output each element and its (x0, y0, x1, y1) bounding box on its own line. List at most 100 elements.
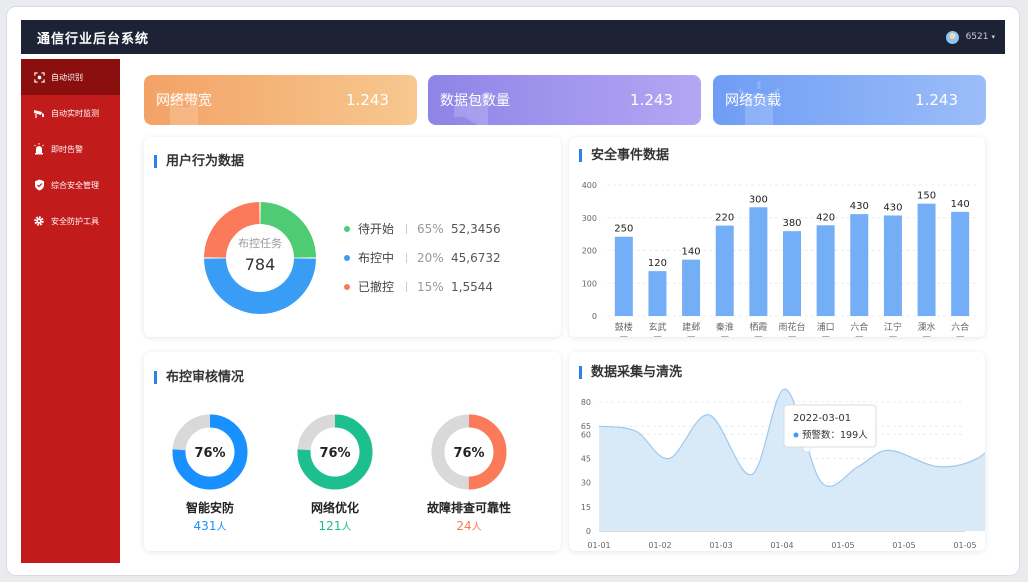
gauge-count-unit: 人 (216, 522, 227, 533)
username[interactable]: 6521 (966, 32, 989, 42)
legend-name: 待开始 (358, 222, 395, 236)
card-title: 布控审核情况 (154, 371, 244, 384)
bar-value-label: 430 (883, 202, 902, 213)
stat-card-packet-count: 数据包数量 1.243 (428, 75, 701, 125)
sidebar-item-label: 安全防护工具 (51, 216, 99, 226)
bar[interactable] (816, 225, 835, 316)
legend-name: 已撤控 (358, 280, 395, 294)
tooltip-dot (793, 432, 799, 438)
gauge-ring: 76% (297, 414, 373, 490)
x-tick-label: 浦口 (817, 321, 835, 333)
legend-percent: 15% (417, 279, 444, 294)
bar[interactable] (883, 215, 902, 316)
legend-value: 45,6732 (451, 250, 501, 265)
camera-icon (33, 107, 45, 119)
bar[interactable] (917, 203, 936, 316)
gauge-name: 网络优化 (310, 501, 359, 515)
card-title: 用户行为数据 (154, 155, 244, 168)
x-tick-label: 01-05 (953, 541, 976, 550)
tooltip-value: 预警数：199人 (802, 429, 868, 441)
bar[interactable] (850, 214, 869, 316)
y-tick-label: 65 (581, 422, 591, 431)
stat-card-bandwidth: 网络带宽 1.243 (144, 75, 417, 125)
bar[interactable] (749, 207, 768, 316)
bar-value-label: 250 (614, 224, 633, 235)
bar[interactable] (951, 211, 970, 316)
bar-value-label: 300 (749, 194, 768, 205)
gauge-percent: 76% (453, 446, 484, 461)
x-tick-label: 区 (720, 336, 729, 337)
bar[interactable] (614, 236, 633, 316)
bar[interactable] (648, 271, 667, 316)
divider (406, 281, 407, 292)
legend-percent: 65% (417, 221, 444, 236)
legend-item-revoked: 已撤控 15% 1,5544 (344, 278, 493, 295)
gauge-name: 智能安防 (185, 501, 234, 515)
x-tick-label: 区 (653, 336, 662, 337)
y-tick-label: 400 (582, 181, 597, 190)
x-tick-label: 01-04 (770, 541, 793, 550)
gauge-ring: 76% (431, 414, 507, 490)
x-tick-label: 01-03 (709, 541, 732, 550)
x-tick-label: 六合 (951, 321, 969, 333)
sidebar-item-security-management[interactable]: 综合安全管理 (21, 167, 120, 203)
donut-center-value: 784 (245, 255, 276, 274)
y-tick-label: 100 (582, 279, 597, 288)
legend-dot (344, 225, 350, 232)
sidebar: 自动识别 自动实时监测 即时告警 综合安全管理 安全防护工具 (21, 59, 120, 563)
x-tick-label: 区 (888, 336, 897, 337)
x-tick-label: 秦淮 (716, 321, 734, 333)
x-tick-label: 栖霞 (749, 321, 767, 333)
chevron-down-icon[interactable]: ▾ (991, 33, 995, 41)
sidebar-item-realtime-monitor[interactable]: 自动实时监测 (21, 95, 120, 131)
sidebar-item-instant-alarm[interactable]: 即时告警 (21, 131, 120, 167)
sidebar-item-label: 综合安全管理 (51, 180, 99, 190)
gauge-percent: 76% (194, 446, 225, 461)
bar[interactable] (682, 259, 701, 316)
security-events-card: 安全事件数据 0100200300400250鼓楼区120玄武区140建邺区22… (569, 137, 985, 337)
gauge-count-value: 24 (456, 519, 472, 533)
y-tick-label: 60 (581, 430, 591, 439)
x-tick-label: 01-02 (648, 541, 671, 550)
y-tick-label: 15 (581, 503, 591, 512)
shield-icon (33, 179, 45, 191)
x-tick-label: 区 (687, 336, 696, 337)
y-tick-label: 0 (592, 312, 597, 321)
gauge-count-value: 431 (193, 519, 217, 533)
x-tick-label: 01-05 (892, 541, 915, 550)
sidebar-item-protection-tools[interactable]: 安全防护工具 (21, 203, 120, 239)
bar-value-label: 420 (816, 212, 835, 223)
bar-value-label: 220 (715, 213, 734, 224)
app-frame: 通信行业后台系统 6521 ▾ 自动识别 自动实时监测 即时告警 综合安全管理 … (6, 6, 1020, 576)
tooltip-date: 2022-03-01 (793, 413, 851, 424)
top-bar: 通信行业后台系统 6521 ▾ (21, 20, 1005, 54)
bar[interactable] (715, 225, 734, 316)
y-tick-label: 200 (582, 247, 597, 256)
x-tick-label: 玄武 (648, 321, 666, 333)
bar[interactable] (783, 231, 801, 316)
gauge-ring: 76% (172, 414, 248, 490)
bar-value-label: 380 (782, 218, 801, 229)
stat-value: 1.243 (630, 91, 673, 109)
alarm-light-icon (33, 143, 45, 155)
legend-percent: 20% (417, 250, 444, 265)
security-events-bar-chart: 0 100 200 300 400 250 鼓楼区 120 玄武区 140 建邺区 220 秦淮区 300… (582, 181, 977, 337)
user-behavior-donut-chart: 布控任务 784 (204, 202, 316, 315)
x-tick-label: 区 (754, 336, 763, 337)
user-menu[interactable]: 6521 ▾ (945, 30, 995, 44)
app-title: 通信行业后台系统 (37, 31, 150, 47)
bar-value-label: 140 (682, 247, 701, 258)
gauge-count-unit: 人 (471, 522, 482, 533)
alarm-icon (737, 81, 781, 125)
y-tick-label: 45 (581, 454, 591, 463)
avatar[interactable] (945, 30, 959, 44)
stat-value: 1.243 (346, 91, 389, 109)
user-behavior-card: 用户行为数据 布控任务 784 待开始 65% 52,3456 布控中 20% … (144, 137, 561, 337)
gauge-percent: 76% (319, 446, 350, 461)
x-tick-label: 01-01 (587, 541, 610, 550)
network-icon (170, 93, 198, 125)
review-card: 布控审核情况 76% 智能安防 431人 76% 网络优化 121人 76% 故障排查可靠性 2… (144, 352, 561, 551)
sidebar-item-auto-recognition[interactable]: 自动识别 (21, 59, 120, 95)
legend-value: 52,3456 (451, 221, 501, 236)
legend-value: 1,5544 (451, 279, 493, 294)
